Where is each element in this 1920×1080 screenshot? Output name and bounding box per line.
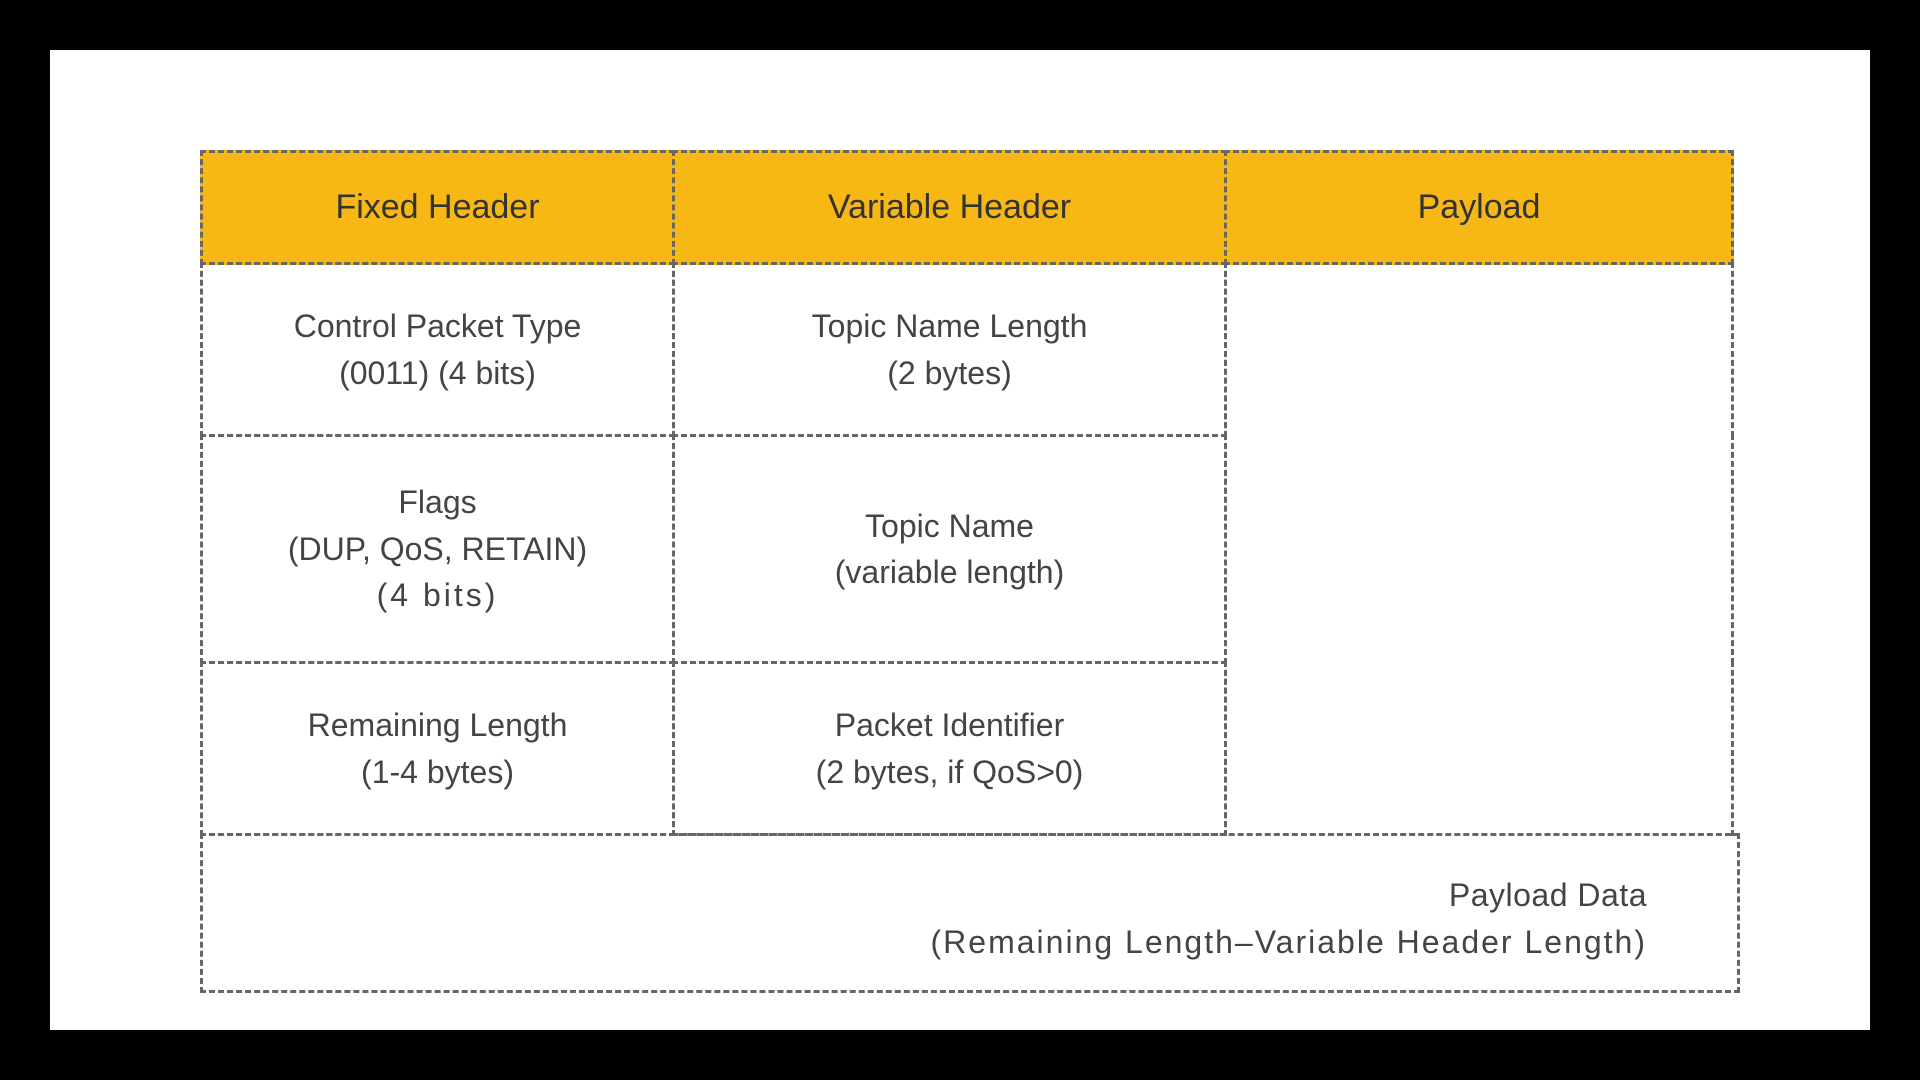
cell-line: Topic Name — [865, 503, 1034, 549]
header-fixed: Fixed Header — [200, 150, 675, 265]
cell-line: Flags — [398, 479, 476, 525]
footer-line-1: Payload Data — [1449, 872, 1647, 918]
cell-line: (variable length) — [835, 549, 1064, 595]
cell-line: (DUP, QoS, RETAIN) — [288, 526, 587, 572]
packet-structure-diagram: Fixed Header Variable Header Payload Con… — [200, 150, 1740, 993]
cell-line: (2 bytes, if QoS>0) — [816, 749, 1084, 795]
cell-line: (0011) (4 bits) — [339, 350, 536, 396]
body-row-3: Remaining Length (1-4 bytes) Packet Iden… — [200, 661, 1740, 836]
header-payload: Payload — [1224, 150, 1734, 265]
cell-line: (4 bits) — [377, 572, 499, 618]
fixed-control-packet-type: Control Packet Type (0011) (4 bits) — [200, 262, 675, 437]
fixed-flags: Flags (DUP, QoS, RETAIN) (4 bits) — [200, 434, 675, 664]
body-row-1: Control Packet Type (0011) (4 bits) Topi… — [200, 262, 1740, 437]
payload-data-footer: Payload Data (Remaining Length–Variable … — [200, 833, 1740, 993]
variable-topic-name: Topic Name (variable length) — [672, 434, 1227, 664]
variable-topic-name-length: Topic Name Length (2 bytes) — [672, 262, 1227, 437]
payload-empty-2 — [1224, 434, 1734, 664]
header-row: Fixed Header Variable Header Payload — [200, 150, 1740, 265]
payload-empty-1 — [1224, 262, 1734, 437]
body-row-2: Flags (DUP, QoS, RETAIN) (4 bits) Topic … — [200, 434, 1740, 664]
footer-line-2: (Remaining Length–Variable Header Length… — [931, 919, 1647, 965]
header-variable: Variable Header — [672, 150, 1227, 265]
cell-line: (1-4 bytes) — [361, 749, 514, 795]
cell-line: (2 bytes) — [887, 350, 1011, 396]
payload-empty-3 — [1224, 661, 1734, 836]
cell-line: Remaining Length — [308, 702, 568, 748]
header-payload-label: Payload — [1418, 183, 1541, 232]
cell-line: Packet Identifier — [835, 702, 1064, 748]
header-fixed-label: Fixed Header — [335, 183, 539, 232]
cell-line: Topic Name Length — [812, 303, 1088, 349]
variable-packet-identifier: Packet Identifier (2 bytes, if QoS>0) — [672, 661, 1227, 836]
cell-line: Control Packet Type — [294, 303, 582, 349]
fixed-remaining-length: Remaining Length (1-4 bytes) — [200, 661, 675, 836]
header-variable-label: Variable Header — [828, 183, 1071, 232]
slide: Fixed Header Variable Header Payload Con… — [50, 50, 1870, 1030]
